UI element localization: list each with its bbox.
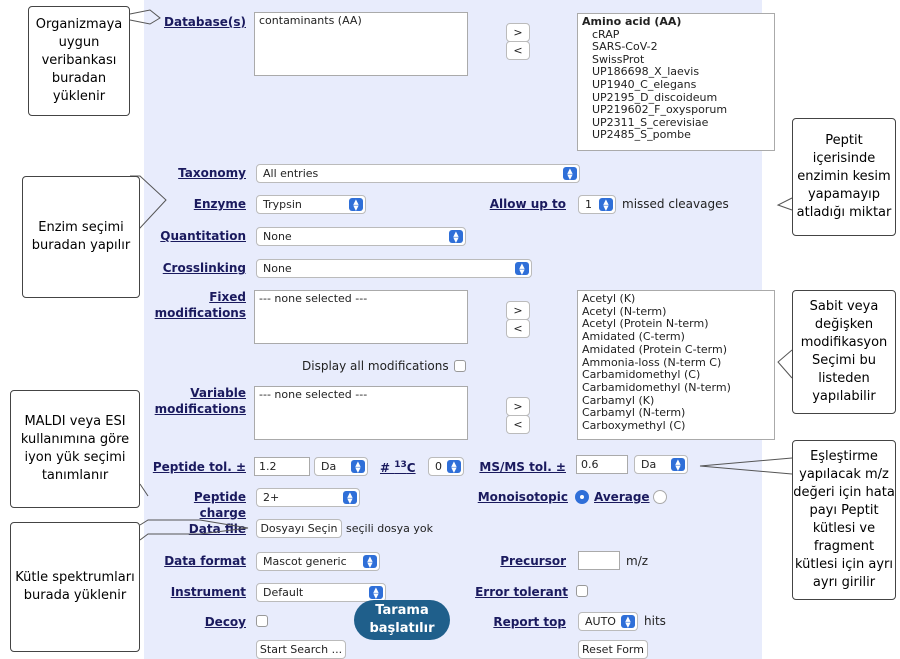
callout-start-search: Tarama başlatılır [354,600,450,640]
callout-missed-cleavages: Peptit içerisinde enzimin kesim yapamayı… [792,118,896,236]
callout-tolerance: Eşleştirme yapılacak m/z değeri için hat… [792,440,896,600]
callout-enzyme: Enzim seçimi buradan yapılır [22,176,140,298]
callout-modifications: Sabit veya değişken modifikasyon Seçimi … [792,290,896,414]
callout-database: Organizmaya uygun veribankası buradan yü… [28,6,130,116]
callout-ion-charge: MALDI veya ESI kullanımına göre iyon yük… [10,390,140,508]
callout-spectra-upload: Kütle spektrumları burada yüklenir [10,522,140,652]
